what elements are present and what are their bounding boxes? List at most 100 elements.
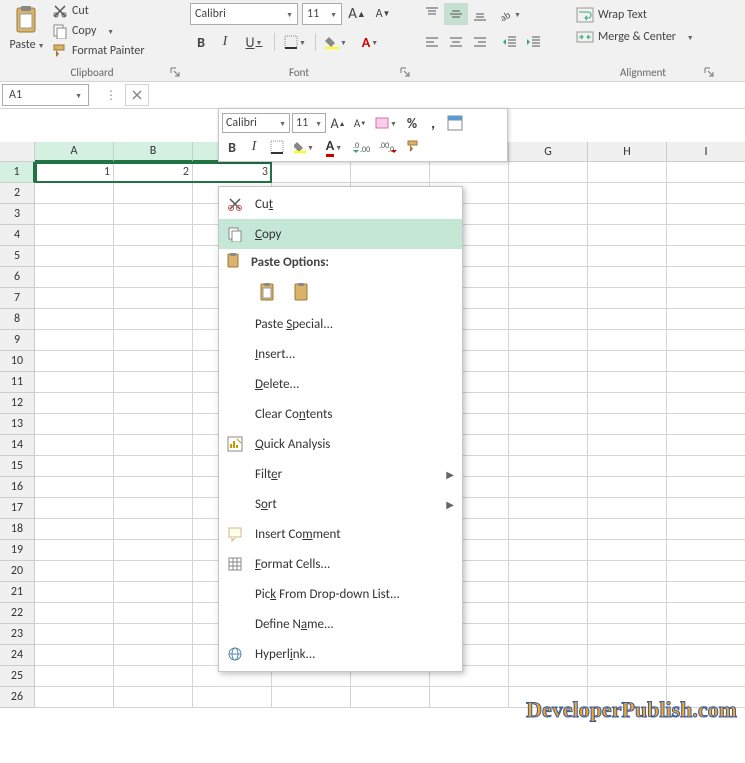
cell-A1[interactable]: 1 <box>35 162 114 183</box>
copy-button[interactable]: Copy ▼ <box>48 22 149 40</box>
cell-A22[interactable] <box>35 603 114 624</box>
cell-B8[interactable] <box>114 309 193 330</box>
cell-B5[interactable] <box>114 246 193 267</box>
cancel-formula-button[interactable] <box>125 84 149 106</box>
cell-G18[interactable] <box>509 519 588 540</box>
increase-font-button[interactable]: A▲ <box>346 3 368 25</box>
cell-D1[interactable] <box>272 162 351 183</box>
select-all-corner[interactable] <box>0 142 35 162</box>
cell-A8[interactable] <box>35 309 114 330</box>
mini-comma-button[interactable]: , <box>424 112 442 134</box>
row-header-1[interactable]: 1 <box>0 162 35 183</box>
cell-A25[interactable] <box>35 666 114 687</box>
italic-button[interactable]: I <box>214 31 236 53</box>
cell-H16[interactable] <box>588 477 667 498</box>
mini-bold[interactable]: B <box>222 136 242 158</box>
mini-increase-decimal[interactable]: .0.00 <box>350 136 374 158</box>
cell-A7[interactable] <box>35 288 114 309</box>
cell-B12[interactable] <box>114 393 193 414</box>
row-header-2[interactable]: 2 <box>0 183 35 204</box>
cell-B11[interactable] <box>114 372 193 393</box>
row-header-19[interactable]: 19 <box>0 540 35 561</box>
row-header-22[interactable]: 22 <box>0 603 35 624</box>
increase-indent-button[interactable] <box>522 31 546 53</box>
cell-B18[interactable] <box>114 519 193 540</box>
decrease-font-button[interactable]: A▼ <box>372 3 394 25</box>
cell-I21[interactable] <box>667 582 745 603</box>
cell-G3[interactable] <box>509 204 588 225</box>
orientation-button[interactable]: ab▼ <box>498 3 522 25</box>
cell-G19[interactable] <box>509 540 588 561</box>
cell-G1[interactable] <box>509 162 588 183</box>
cell-B14[interactable] <box>114 435 193 456</box>
cell-G8[interactable] <box>509 309 588 330</box>
merge-center-button[interactable]: Merge & Center ▼ <box>574 26 712 48</box>
cell-I9[interactable] <box>667 330 745 351</box>
cell-A2[interactable] <box>35 183 114 204</box>
cell-H19[interactable] <box>588 540 667 561</box>
ctx-item-clear-contents[interactable]: Clear Contents <box>219 399 462 429</box>
clipboard-dialog-launcher[interactable] <box>170 67 180 77</box>
cell-G6[interactable] <box>509 267 588 288</box>
cell-H9[interactable] <box>588 330 667 351</box>
cell-B23[interactable] <box>114 624 193 645</box>
row-header-15[interactable]: 15 <box>0 456 35 477</box>
cell-B4[interactable] <box>114 225 193 246</box>
decrease-indent-button[interactable] <box>498 31 522 53</box>
cell-A12[interactable] <box>35 393 114 414</box>
cell-A13[interactable] <box>35 414 114 435</box>
cell-H1[interactable] <box>588 162 667 183</box>
cell-I17[interactable] <box>667 498 745 519</box>
cell-H24[interactable] <box>588 645 667 666</box>
align-right-button[interactable] <box>468 31 492 53</box>
fill-color-button[interactable]: ▼ <box>320 31 352 53</box>
font-dialog-launcher[interactable] <box>400 67 410 77</box>
row-header-21[interactable]: 21 <box>0 582 35 603</box>
cell-G17[interactable] <box>509 498 588 519</box>
cell-H18[interactable] <box>588 519 667 540</box>
align-left-button[interactable] <box>420 31 444 53</box>
cell-A5[interactable] <box>35 246 114 267</box>
cell-A17[interactable] <box>35 498 114 519</box>
cell-I4[interactable] <box>667 225 745 246</box>
cell-I6[interactable] <box>667 267 745 288</box>
cell-C1[interactable]: 3 <box>193 162 272 183</box>
name-box-expand[interactable]: ⋮ <box>99 84 123 106</box>
cell-G7[interactable] <box>509 288 588 309</box>
mini-decrease-decimal[interactable]: .00.0 <box>376 136 400 158</box>
row-header-13[interactable]: 13 <box>0 414 35 435</box>
cell-H20[interactable] <box>588 561 667 582</box>
cell-A3[interactable] <box>35 204 114 225</box>
row-header-6[interactable]: 6 <box>0 267 35 288</box>
cell-B20[interactable] <box>114 561 193 582</box>
cell-G23[interactable] <box>509 624 588 645</box>
ctx-item-filter[interactable]: Filter▶ <box>219 459 462 489</box>
cell-I23[interactable] <box>667 624 745 645</box>
cell-H5[interactable] <box>588 246 667 267</box>
cell-I10[interactable] <box>667 351 745 372</box>
mini-fill-color[interactable]: ▼ <box>290 136 318 158</box>
cell-A14[interactable] <box>35 435 114 456</box>
cell-B16[interactable] <box>114 477 193 498</box>
cell-I1[interactable] <box>667 162 745 183</box>
column-header-G[interactable]: G <box>509 142 588 162</box>
cell-B24[interactable] <box>114 645 193 666</box>
cell-A19[interactable] <box>35 540 114 561</box>
row-header-4[interactable]: 4 <box>0 225 35 246</box>
mini-font-color[interactable]: A▼ <box>320 136 348 158</box>
format-painter-button[interactable]: Format Painter <box>48 42 149 60</box>
cell-A10[interactable] <box>35 351 114 372</box>
cell-G10[interactable] <box>509 351 588 372</box>
paste-option-values[interactable] <box>289 279 315 305</box>
row-header-11[interactable]: 11 <box>0 372 35 393</box>
cell-H2[interactable] <box>588 183 667 204</box>
cell-E1[interactable] <box>351 162 430 183</box>
ctx-item-quick-analysis[interactable]: Quick Analysis <box>219 429 462 459</box>
cell-A18[interactable] <box>35 519 114 540</box>
borders-button[interactable]: ▼ <box>279 31 311 53</box>
ctx-item-copy[interactable]: Copy <box>219 219 462 249</box>
cell-H13[interactable] <box>588 414 667 435</box>
align-top-button[interactable] <box>420 3 444 25</box>
cell-B1[interactable]: 2 <box>114 162 193 183</box>
underline-button[interactable]: U▼ <box>238 31 270 53</box>
